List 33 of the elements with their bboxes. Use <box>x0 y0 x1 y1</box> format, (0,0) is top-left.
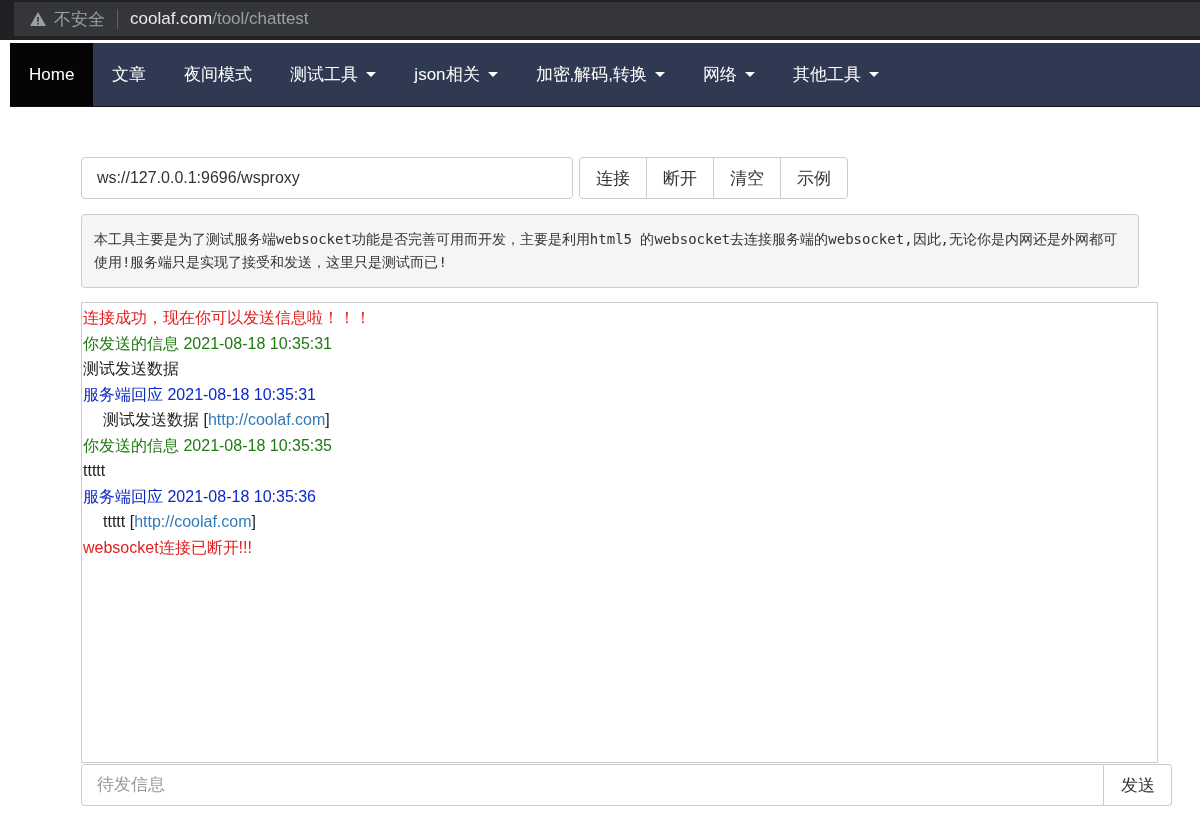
log-line: 测试发送数据 <box>83 359 180 379</box>
link[interactable]: http://coolaf.com <box>207 411 326 428</box>
log-line: websocket连接已断开!!! <box>83 537 253 558</box>
url-path: /tool/chattest <box>212 9 309 28</box>
log-line: 你发送的信息 2021-08-18 10:35:35 <box>83 435 333 456</box>
websocket-url-field[interactable]: ws://127.0.0.1:9696/wsproxy <box>81 157 573 199</box>
action-button[interactable]: 清空 <box>713 157 781 199</box>
log-line: 连接成功，现在你可以发送信息啦！！！ <box>83 308 372 328</box>
notice-text: 本工具主要是为了测试服务端websocket功能是否完善可用而开发，主要是利用html5 的websocket去连接服务端的websocket,因此,无论你是内网还是外网都可使用!服务端只是实现了接受和发送，这里只是测试而已! <box>81 214 1139 288</box>
nav-item[interactable]: 网络 <box>684 43 774 106</box>
nav-item[interactable]: 加密,解码,转换 <box>516 43 684 106</box>
send-button[interactable]: 发送 <box>1104 764 1172 806</box>
nav-item[interactable]: Home <box>10 43 94 106</box>
nav-item[interactable]: 夜间模式 <box>165 43 272 106</box>
log-line: 测试发送数据 [http://coolaf.com] <box>102 410 331 430</box>
url-host: coolaf.com <box>130 9 213 28</box>
message-field[interactable]: 待发信息 <box>81 764 1104 806</box>
address-bar[interactable]: 不安全 coolaf.com/tool/chattest <box>14 2 1200 36</box>
security-label: 不安全 <box>54 8 105 31</box>
log-line: ttttt [http://coolaf.com] <box>102 512 257 532</box>
action-button[interactable]: 断开 <box>646 157 714 199</box>
nav-item[interactable]: 文章 <box>93 43 166 106</box>
action-button[interactable]: 连接 <box>579 157 647 199</box>
log-line: 服务端回应 2021-08-18 10:35:36 <box>83 486 317 507</box>
log-line: ttttt <box>83 461 107 481</box>
link[interactable]: http://coolaf.com <box>134 513 252 530</box>
warning-icon <box>30 12 46 26</box>
nav-item[interactable]: 测试工具 <box>271 43 396 106</box>
nav-item[interactable]: 其他工具 <box>774 43 898 106</box>
log-line: 服务端回应 2021-08-18 10:35:31 <box>83 384 317 405</box>
log-line: 你发送的信息 2021-08-18 10:35:31 <box>83 333 333 354</box>
action-button[interactable]: 示例 <box>780 157 848 199</box>
nav-item[interactable]: json相关 <box>395 43 517 106</box>
